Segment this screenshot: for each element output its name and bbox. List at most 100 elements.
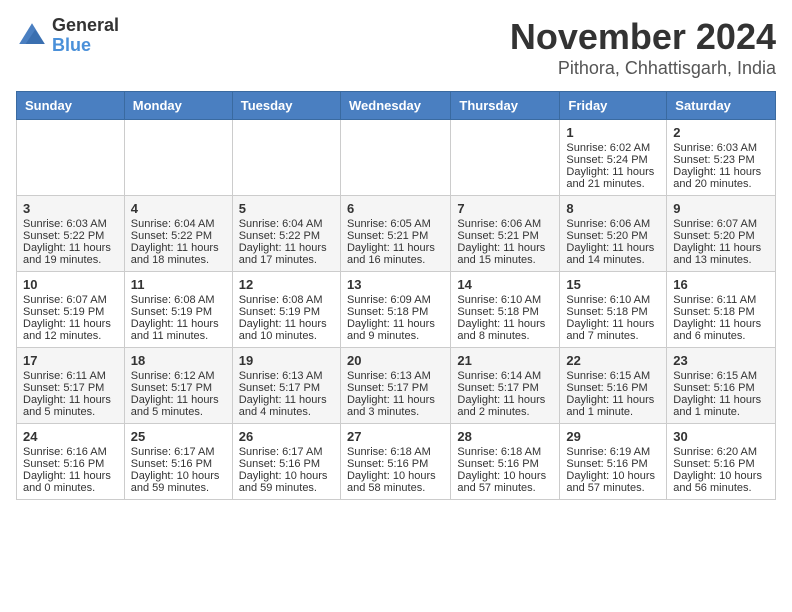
day-info: Sunset: 5:18 PM — [566, 306, 660, 318]
day-number: 16 — [673, 277, 769, 292]
day-info: Sunrise: 6:06 AM — [566, 218, 660, 230]
day-info: Sunset: 5:17 PM — [239, 382, 334, 394]
day-info: Sunrise: 6:02 AM — [566, 142, 660, 154]
logo-blue-text: Blue — [52, 36, 119, 56]
calendar-cell — [232, 120, 340, 196]
day-info: Sunrise: 6:18 AM — [347, 446, 444, 458]
day-number: 9 — [673, 201, 769, 216]
day-info: Daylight: 10 hours and 59 minutes. — [131, 470, 226, 494]
day-info: Daylight: 11 hours and 1 minute. — [566, 394, 660, 418]
calendar-cell: 30Sunrise: 6:20 AMSunset: 5:16 PMDayligh… — [667, 424, 776, 500]
day-info: Sunset: 5:23 PM — [673, 154, 769, 166]
calendar-cell: 22Sunrise: 6:15 AMSunset: 5:16 PMDayligh… — [560, 348, 667, 424]
page-header: General Blue November 2024 Pithora, Chha… — [16, 16, 776, 79]
day-info: Sunset: 5:20 PM — [673, 230, 769, 242]
day-info: Sunrise: 6:15 AM — [566, 370, 660, 382]
day-info: Daylight: 11 hours and 19 minutes. — [23, 242, 118, 266]
day-info: Sunset: 5:16 PM — [566, 458, 660, 470]
day-info: Daylight: 10 hours and 59 minutes. — [239, 470, 334, 494]
day-info: Sunset: 5:19 PM — [23, 306, 118, 318]
calendar-cell: 19Sunrise: 6:13 AMSunset: 5:17 PMDayligh… — [232, 348, 340, 424]
day-info: Sunrise: 6:16 AM — [23, 446, 118, 458]
weekday-header-saturday: Saturday — [667, 92, 776, 120]
day-info: Daylight: 11 hours and 10 minutes. — [239, 318, 334, 342]
calendar-cell: 23Sunrise: 6:15 AMSunset: 5:16 PMDayligh… — [667, 348, 776, 424]
day-number: 7 — [457, 201, 553, 216]
calendar-cell: 25Sunrise: 6:17 AMSunset: 5:16 PMDayligh… — [124, 424, 232, 500]
day-number: 23 — [673, 353, 769, 368]
day-number: 20 — [347, 353, 444, 368]
logo-text: General Blue — [52, 16, 119, 56]
logo: General Blue — [16, 16, 119, 56]
day-info: Sunrise: 6:17 AM — [131, 446, 226, 458]
calendar-cell: 10Sunrise: 6:07 AMSunset: 5:19 PMDayligh… — [17, 272, 125, 348]
calendar-cell: 14Sunrise: 6:10 AMSunset: 5:18 PMDayligh… — [451, 272, 560, 348]
calendar-cell: 16Sunrise: 6:11 AMSunset: 5:18 PMDayligh… — [667, 272, 776, 348]
day-info: Daylight: 11 hours and 13 minutes. — [673, 242, 769, 266]
day-info: Daylight: 11 hours and 15 minutes. — [457, 242, 553, 266]
day-info: Sunrise: 6:10 AM — [457, 294, 553, 306]
day-info: Sunset: 5:17 PM — [457, 382, 553, 394]
calendar-cell: 2Sunrise: 6:03 AMSunset: 5:23 PMDaylight… — [667, 120, 776, 196]
day-info: Sunrise: 6:19 AM — [566, 446, 660, 458]
day-number: 12 — [239, 277, 334, 292]
day-number: 10 — [23, 277, 118, 292]
day-info: Sunset: 5:21 PM — [347, 230, 444, 242]
day-info: Sunset: 5:16 PM — [673, 458, 769, 470]
calendar-week-4: 17Sunrise: 6:11 AMSunset: 5:17 PMDayligh… — [17, 348, 776, 424]
day-info: Sunrise: 6:13 AM — [239, 370, 334, 382]
day-number: 5 — [239, 201, 334, 216]
day-info: Sunrise: 6:08 AM — [239, 294, 334, 306]
calendar-cell: 6Sunrise: 6:05 AMSunset: 5:21 PMDaylight… — [340, 196, 450, 272]
day-info: Daylight: 11 hours and 7 minutes. — [566, 318, 660, 342]
day-info: Sunset: 5:21 PM — [457, 230, 553, 242]
day-info: Daylight: 11 hours and 18 minutes. — [131, 242, 226, 266]
day-info: Sunset: 5:16 PM — [131, 458, 226, 470]
day-info: Daylight: 11 hours and 0 minutes. — [23, 470, 118, 494]
day-number: 8 — [566, 201, 660, 216]
calendar-table: SundayMondayTuesdayWednesdayThursdayFrid… — [16, 91, 776, 500]
day-number: 3 — [23, 201, 118, 216]
day-info: Sunset: 5:16 PM — [673, 382, 769, 394]
day-info: Sunset: 5:18 PM — [457, 306, 553, 318]
day-info: Sunset: 5:16 PM — [23, 458, 118, 470]
day-info: Sunrise: 6:09 AM — [347, 294, 444, 306]
day-info: Sunrise: 6:11 AM — [23, 370, 118, 382]
day-info: Daylight: 11 hours and 11 minutes. — [131, 318, 226, 342]
day-info: Daylight: 11 hours and 2 minutes. — [457, 394, 553, 418]
day-info: Daylight: 10 hours and 56 minutes. — [673, 470, 769, 494]
day-number: 18 — [131, 353, 226, 368]
day-info: Sunrise: 6:05 AM — [347, 218, 444, 230]
weekday-header-monday: Monday — [124, 92, 232, 120]
calendar-cell: 29Sunrise: 6:19 AMSunset: 5:16 PMDayligh… — [560, 424, 667, 500]
day-number: 15 — [566, 277, 660, 292]
day-number: 19 — [239, 353, 334, 368]
calendar-week-2: 3Sunrise: 6:03 AMSunset: 5:22 PMDaylight… — [17, 196, 776, 272]
day-info: Sunset: 5:18 PM — [347, 306, 444, 318]
day-info: Sunrise: 6:11 AM — [673, 294, 769, 306]
month-title: November 2024 — [510, 16, 776, 58]
day-info: Daylight: 11 hours and 6 minutes. — [673, 318, 769, 342]
calendar-cell: 24Sunrise: 6:16 AMSunset: 5:16 PMDayligh… — [17, 424, 125, 500]
day-info: Sunrise: 6:17 AM — [239, 446, 334, 458]
calendar-cell: 11Sunrise: 6:08 AMSunset: 5:19 PMDayligh… — [124, 272, 232, 348]
calendar-cell: 3Sunrise: 6:03 AMSunset: 5:22 PMDaylight… — [17, 196, 125, 272]
day-info: Sunset: 5:16 PM — [457, 458, 553, 470]
day-number: 17 — [23, 353, 118, 368]
calendar-cell — [340, 120, 450, 196]
weekday-header-sunday: Sunday — [17, 92, 125, 120]
day-info: Daylight: 11 hours and 12 minutes. — [23, 318, 118, 342]
day-info: Sunset: 5:16 PM — [566, 382, 660, 394]
calendar-cell: 17Sunrise: 6:11 AMSunset: 5:17 PMDayligh… — [17, 348, 125, 424]
weekday-header-tuesday: Tuesday — [232, 92, 340, 120]
logo-icon — [16, 20, 48, 52]
day-info: Sunset: 5:22 PM — [23, 230, 118, 242]
day-info: Daylight: 10 hours and 58 minutes. — [347, 470, 444, 494]
day-info: Daylight: 11 hours and 5 minutes. — [131, 394, 226, 418]
day-info: Sunrise: 6:06 AM — [457, 218, 553, 230]
calendar-cell: 20Sunrise: 6:13 AMSunset: 5:17 PMDayligh… — [340, 348, 450, 424]
day-info: Sunset: 5:17 PM — [131, 382, 226, 394]
day-info: Daylight: 11 hours and 20 minutes. — [673, 166, 769, 190]
calendar-cell: 18Sunrise: 6:12 AMSunset: 5:17 PMDayligh… — [124, 348, 232, 424]
day-info: Daylight: 11 hours and 14 minutes. — [566, 242, 660, 266]
